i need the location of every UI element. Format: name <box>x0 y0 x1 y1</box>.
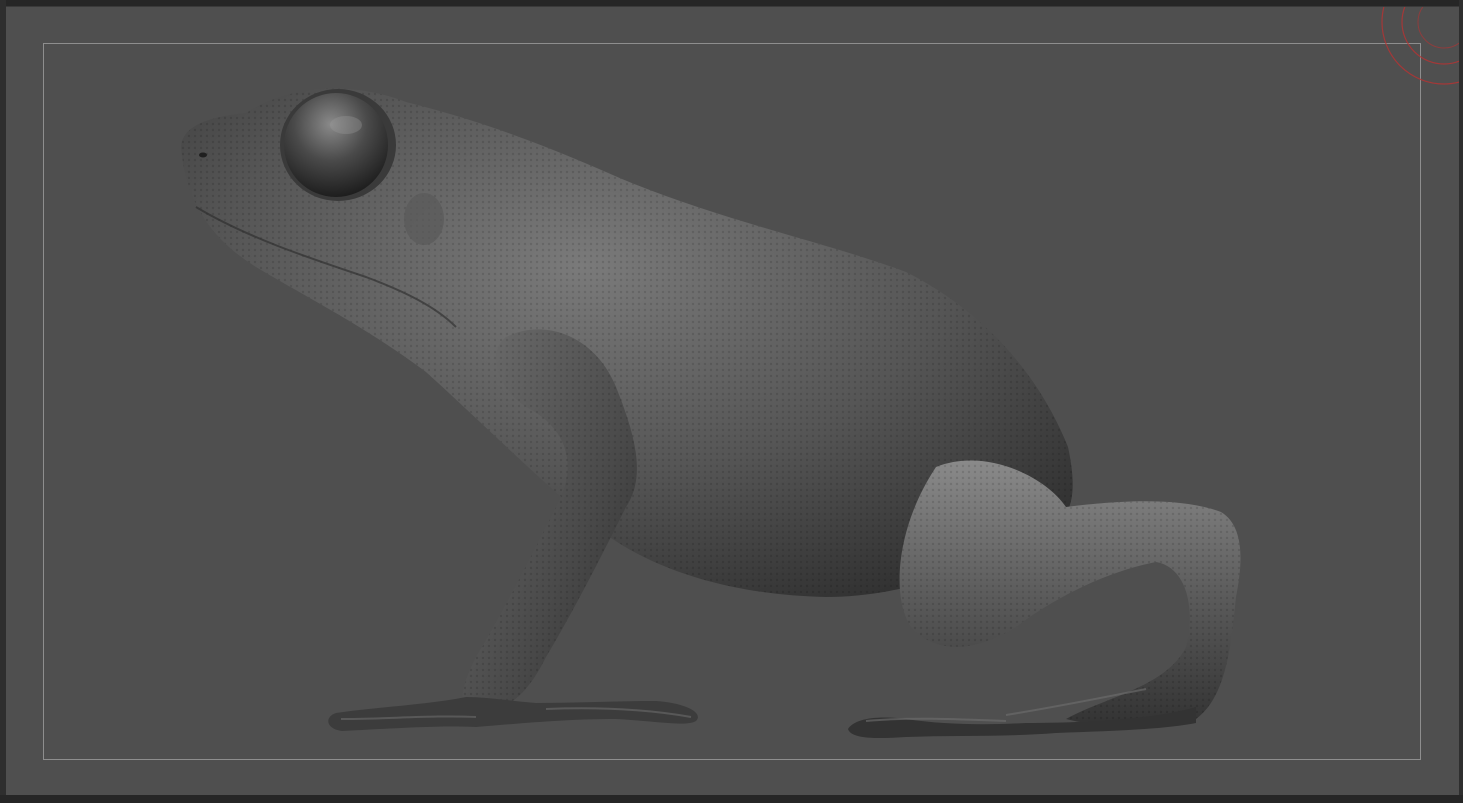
right-shelf-edge <box>1459 0 1463 803</box>
3d-viewport[interactable] <box>6 6 1459 796</box>
frog-model[interactable] <box>6 7 1459 796</box>
orbit-gizmo-icon[interactable] <box>1349 7 1459 87</box>
frog-eye <box>280 89 396 201</box>
bottom-status-edge <box>0 795 1463 803</box>
